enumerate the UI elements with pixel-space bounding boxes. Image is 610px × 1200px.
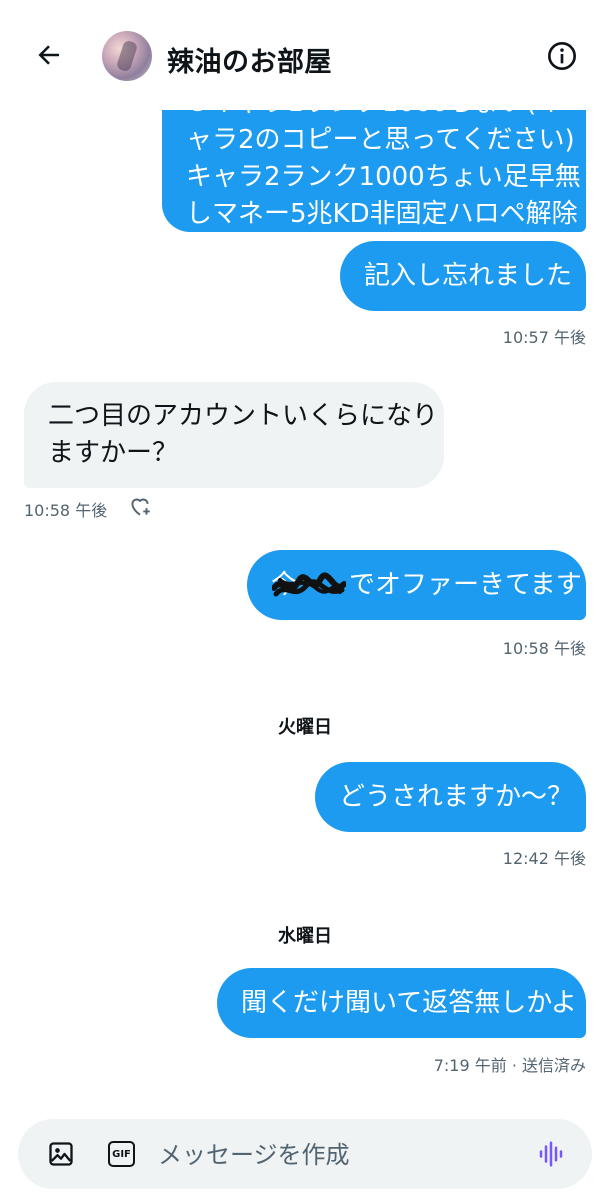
image-icon xyxy=(49,1142,73,1166)
message-timestamp: 10:58 午後 xyxy=(502,639,586,658)
gif-button[interactable]: GIF xyxy=(108,1141,135,1167)
message-bubble[interactable]: 二つ目のアカウントいくらになり ますかー？ xyxy=(24,382,444,488)
conversation-title[interactable]: 辣油のお部屋 xyxy=(167,40,332,79)
back-button[interactable] xyxy=(30,36,68,74)
day-separator: 火曜日 xyxy=(278,717,332,738)
info-icon xyxy=(548,42,576,70)
conversation-header: 辣油のお部屋 xyxy=(0,0,610,110)
message-composer: GIF xyxy=(18,1119,592,1189)
message-input[interactable] xyxy=(158,1137,518,1173)
voice-message-button[interactable] xyxy=(536,1139,566,1169)
info-button[interactable] xyxy=(543,37,581,75)
add-reaction-button[interactable] xyxy=(127,493,153,519)
message-bubble[interactable]: 聞くだけ聞いて返答無しかよ xyxy=(217,968,586,1038)
day-separator: 水曜日 xyxy=(278,926,332,947)
arrow-left-icon xyxy=(38,45,59,65)
heart-plus-icon xyxy=(131,498,150,516)
message-status: 7:19 午前 · 送信済み xyxy=(433,1056,586,1075)
image-button[interactable] xyxy=(46,1139,76,1169)
message-bubble[interactable]: どうされますか～？ xyxy=(315,762,586,832)
voice-wave-icon xyxy=(539,1141,563,1167)
avatar[interactable] xyxy=(102,31,152,81)
redaction-scribble xyxy=(272,572,346,597)
message-bubble[interactable]: 記入し忘れました xyxy=(340,241,586,311)
message-timestamp: 10:57 午後 xyxy=(502,328,586,347)
message-timestamp: 10:58 午後 xyxy=(24,501,108,520)
message-timestamp: 12:42 午後 xyxy=(502,849,586,868)
